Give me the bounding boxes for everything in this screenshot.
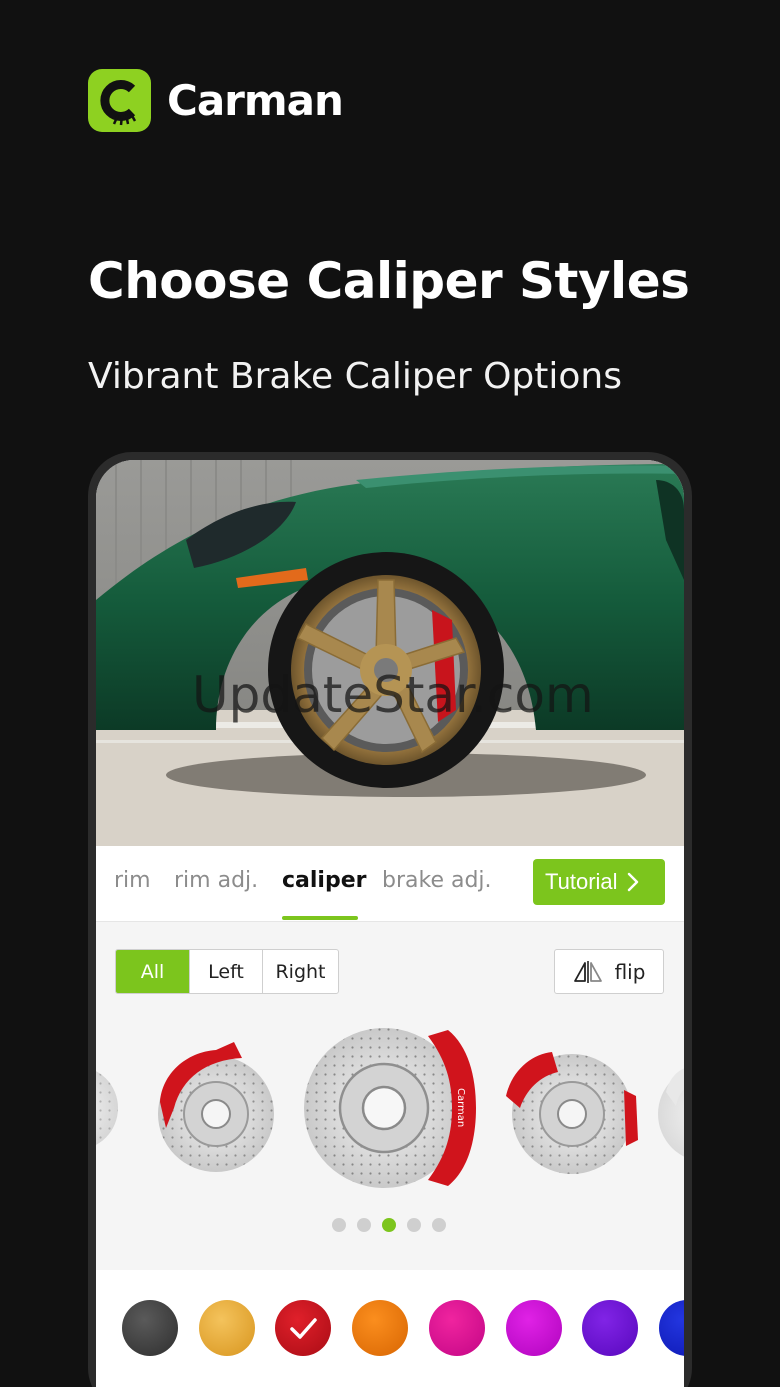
tutorial-button[interactable]: Tutorial xyxy=(533,859,665,905)
filter-all-button[interactable]: All xyxy=(116,950,190,993)
tutorial-label: Tutorial xyxy=(545,869,618,894)
brand-header: Carman xyxy=(88,69,344,132)
tab-brake-adj[interactable]: brake adj. xyxy=(382,868,492,893)
page-dot[interactable] xyxy=(332,1218,346,1232)
caliper-item-1[interactable] xyxy=(96,1066,118,1150)
page-dot[interactable] xyxy=(407,1218,421,1232)
color-swatch-blue[interactable] xyxy=(659,1300,684,1356)
flip-label: flip xyxy=(614,959,646,984)
brand-name: Carman xyxy=(167,76,344,125)
caliper-item-5[interactable] xyxy=(658,1066,684,1162)
flip-horizontal-icon xyxy=(573,960,602,983)
app-screen: UpdateStar.com rim rim adj. caliper brak… xyxy=(96,460,684,1387)
category-tab-bar: rim rim adj. caliper brake adj. Tutorial xyxy=(96,846,684,922)
promo-subheadline: Vibrant Brake Caliper Options xyxy=(88,356,622,397)
caliper-brand-text: Carman xyxy=(455,1088,466,1127)
filter-right-button[interactable]: Right xyxy=(263,950,338,993)
phone-frame: UpdateStar.com rim rim adj. caliper brak… xyxy=(88,452,692,1387)
page-dot[interactable] xyxy=(357,1218,371,1232)
car-preview-image: UpdateStar.com xyxy=(96,460,684,846)
color-swatch-row xyxy=(96,1270,684,1387)
filter-left-button[interactable]: Left xyxy=(190,950,263,993)
page-dot[interactable] xyxy=(432,1218,446,1232)
flip-button[interactable]: flip xyxy=(554,949,664,994)
side-filter-segmented-control: All Left Right xyxy=(115,949,339,994)
caliper-carousel[interactable]: Carman xyxy=(96,1016,684,1206)
color-swatch-gold[interactable] xyxy=(199,1300,255,1356)
color-swatch-pink[interactable] xyxy=(429,1300,485,1356)
tab-rim-adj[interactable]: rim adj. xyxy=(174,868,258,893)
tab-rim[interactable]: rim xyxy=(114,868,151,893)
caliper-item-3[interactable]: Carman xyxy=(304,1028,476,1188)
page-dot-active[interactable] xyxy=(382,1218,396,1232)
active-tab-indicator xyxy=(282,916,358,920)
chevron-right-icon xyxy=(627,872,638,892)
color-swatch-purple[interactable] xyxy=(582,1300,638,1356)
promo-headline: Choose Caliper Styles xyxy=(88,252,690,310)
caliper-item-4[interactable] xyxy=(506,1052,638,1174)
carousel-page-indicator xyxy=(332,1218,446,1232)
color-swatch-orange[interactable] xyxy=(352,1300,408,1356)
carman-logo-icon xyxy=(88,69,151,132)
watermark-text: UpdateStar.com xyxy=(192,666,594,724)
color-swatch-red[interactable] xyxy=(275,1300,331,1356)
checkmark-icon xyxy=(290,1318,317,1339)
caliper-item-2[interactable] xyxy=(158,1042,274,1172)
color-swatch-dark-gray[interactable] xyxy=(122,1300,178,1356)
tab-caliper[interactable]: caliper xyxy=(282,868,367,893)
color-swatch-magenta[interactable] xyxy=(506,1300,562,1356)
